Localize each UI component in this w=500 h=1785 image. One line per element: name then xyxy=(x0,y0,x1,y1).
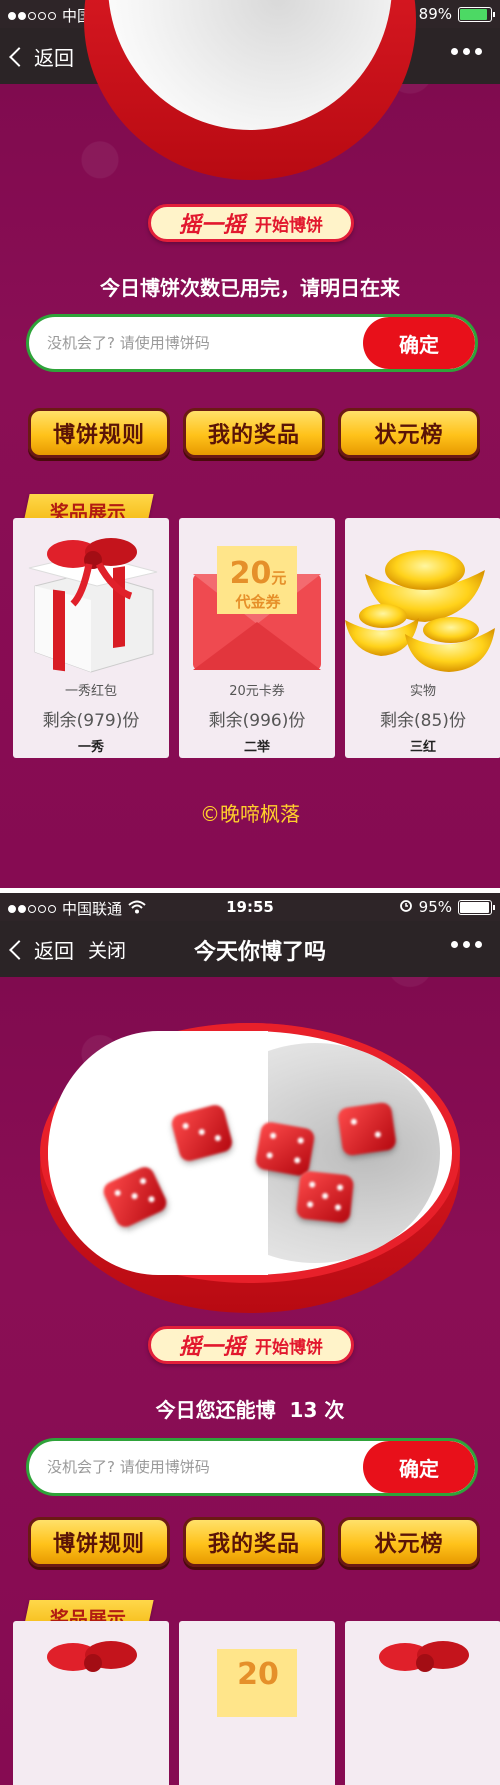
code-input[interactable] xyxy=(47,317,347,369)
rules-button[interactable]: 博饼规则 xyxy=(28,1517,170,1567)
dice-icon xyxy=(336,1101,398,1157)
more-menu-icon[interactable] xyxy=(451,941,482,948)
coupon-label: 代金券 xyxy=(235,593,281,611)
prize-card[interactable]: 实物 剩余(85)份 三红 xyxy=(345,518,500,758)
shake-label: 摇一摇 xyxy=(178,1335,245,1360)
code-box: 确定 xyxy=(26,1438,478,1496)
battery-percent: 89% xyxy=(418,5,452,23)
shake-label: 摇一摇 xyxy=(178,213,245,238)
red-envelope-icon: 20 xyxy=(179,1627,335,1777)
prize-name: 一秀红包 xyxy=(64,684,117,699)
gift-box-icon xyxy=(13,1627,169,1777)
prize-card[interactable]: 20 xyxy=(179,1621,335,1785)
prize-remaining: 剩余(85)份 xyxy=(380,711,466,731)
prize-rank: 一秀 xyxy=(77,740,104,755)
confirm-button[interactable]: 确定 xyxy=(363,317,475,369)
prize-card[interactable] xyxy=(13,1621,169,1785)
confirm-button[interactable]: 确定 xyxy=(363,1441,475,1493)
shake-start-button[interactable]: 摇一摇 开始博饼 xyxy=(148,1326,354,1364)
my-prizes-button[interactable]: 我的奖品 xyxy=(183,1517,325,1567)
prize-card[interactable]: 20元 代金券 20元卡券 剩余(996)份 二举 xyxy=(179,518,335,758)
prize-remaining: 剩余(996)份 xyxy=(208,711,306,731)
start-label: 开始博饼 xyxy=(255,215,323,236)
dice-bowl[interactable] xyxy=(40,1023,460,1313)
prize-rank: 三红 xyxy=(409,740,436,755)
code-box: 确定 xyxy=(26,314,478,372)
coupon-value: 20 xyxy=(229,556,272,591)
battery-icon xyxy=(458,899,495,915)
bowl-shadow xyxy=(48,1031,268,1275)
coupon-value: 20 xyxy=(237,1657,279,1692)
nav-bar: 返回 关闭 今天你博了吗 xyxy=(0,921,500,977)
dice-icon xyxy=(254,1120,316,1178)
start-label: 开始博饼 xyxy=(255,1337,323,1358)
battery-percent: 95% xyxy=(418,898,452,916)
copyright-text: ©晚啼枫落 xyxy=(200,802,300,826)
rules-button[interactable]: 博饼规则 xyxy=(28,408,170,458)
prize-card[interactable]: 一秀红包 剩余(979)份 一秀 xyxy=(13,518,169,758)
prize-rank: 二举 xyxy=(243,740,270,755)
attempts-info: 今日您还能博 13 次 xyxy=(155,1398,345,1422)
dice-bowl[interactable] xyxy=(84,0,416,186)
shake-start-button[interactable]: 摇一摇 开始博饼 xyxy=(148,204,354,242)
screen-1: 中国联通 11:12 89% 返回 中秋博饼 摇一摇 开始博饼 今日博饼次数已用… xyxy=(0,0,500,888)
attempts-info: 今日博饼次数已用完，请明日在来 xyxy=(100,276,400,300)
red-envelope-icon: 20元 代金券 xyxy=(179,524,335,674)
gift-box-icon xyxy=(345,1627,500,1777)
code-input[interactable] xyxy=(47,1441,347,1493)
prize-name: 20元卡券 xyxy=(229,684,285,699)
status-bar: 中国联通 19:55 95% xyxy=(0,893,500,921)
page-title: 今天你博了吗 xyxy=(193,940,326,965)
gold-ingot-icon xyxy=(345,524,500,674)
screen-2: 中国联通 19:55 95% 返回 关闭 今天你博了吗 摇一摇 开始博饼 今日您… xyxy=(0,893,500,1785)
leaderboard-button[interactable]: 状元榜 xyxy=(338,1517,480,1567)
battery-icon xyxy=(458,6,495,22)
coupon-unit: 元 xyxy=(271,569,287,587)
alarm-icon xyxy=(399,898,413,916)
my-prizes-button[interactable]: 我的奖品 xyxy=(183,408,325,458)
more-menu-icon[interactable] xyxy=(451,48,482,55)
dice-icon xyxy=(295,1170,355,1224)
gift-box-icon xyxy=(13,524,169,674)
leaderboard-button[interactable]: 状元榜 xyxy=(338,408,480,458)
prize-name: 实物 xyxy=(409,684,436,699)
prize-remaining: 剩余(979)份 xyxy=(42,711,140,731)
prize-card[interactable] xyxy=(345,1621,500,1785)
